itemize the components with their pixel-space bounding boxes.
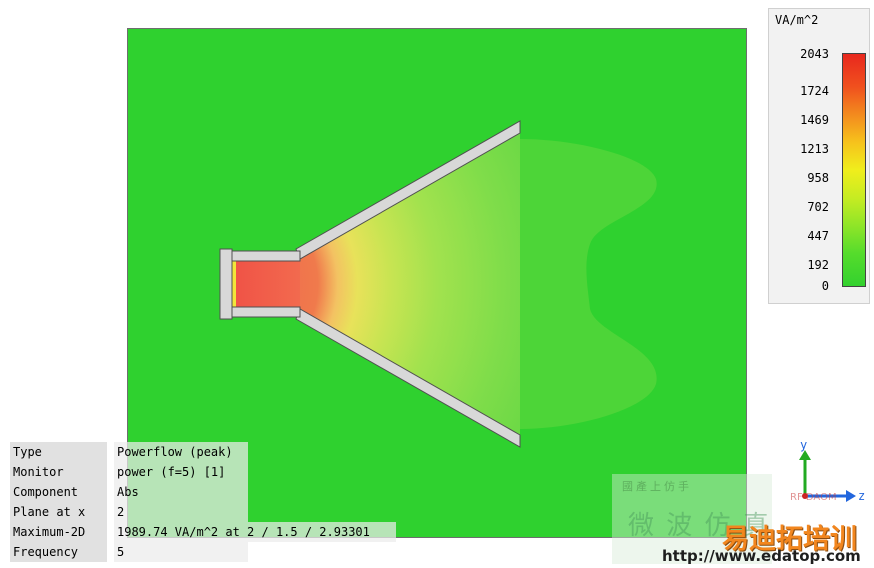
- legend-tick: 958: [807, 171, 829, 185]
- legend-tick: 2043: [800, 47, 829, 61]
- info-value: Abs: [114, 482, 248, 502]
- legend-tick: 1724: [800, 84, 829, 98]
- legend-unit: VA/m^2: [775, 13, 819, 27]
- info-key: Monitor: [10, 462, 107, 482]
- watermark-text: 國產上仿手: [622, 480, 692, 493]
- info-value: Powerflow (peak): [114, 442, 248, 462]
- result-info-table: Type Powerflow (peak) Monitor power (f=5…: [10, 442, 396, 565]
- field-view[interactable]: VA/m^2 2043 1724 1469 1213 958 702 447 1…: [0, 0, 874, 568]
- flare-field: [300, 129, 520, 439]
- color-legend: VA/m^2 2043 1724 1469 1213 958 702 447 1…: [768, 8, 870, 304]
- info-key: Plane at x: [10, 502, 107, 522]
- info-key: Component: [10, 482, 107, 502]
- waveguide-bottom-wall: [231, 306, 301, 318]
- legend-tick: 447: [807, 229, 829, 243]
- info-value: 1989.74 VA/m^2 at 2 / 1.5 / 2.93301: [114, 522, 396, 542]
- legend-tick: 1469: [800, 113, 829, 127]
- info-value: power (f=5) [1]: [114, 462, 248, 482]
- y-axis-label: y: [800, 438, 807, 452]
- z-axis-label: z: [858, 489, 865, 503]
- watermark-url: http://www.edatop.com: [662, 547, 861, 565]
- info-key: Maximum-2D: [10, 522, 107, 542]
- info-value: 5: [114, 542, 248, 562]
- radiated-lobe: [520, 139, 657, 429]
- info-key: Frequency: [10, 542, 107, 562]
- watermark-text: RF·DAOM: [790, 492, 837, 503]
- legend-tick: 192: [807, 258, 829, 272]
- waveguide-field: [232, 261, 300, 307]
- info-value: 2: [114, 502, 248, 522]
- legend-color-bar: [842, 53, 866, 287]
- waveguide-back-plate: [219, 248, 233, 320]
- legend-tick: 1213: [800, 142, 829, 156]
- legend-tick: 702: [807, 200, 829, 214]
- waveguide-top-wall: [231, 250, 301, 262]
- info-key: Type: [10, 442, 107, 462]
- legend-tick: 0: [821, 279, 829, 293]
